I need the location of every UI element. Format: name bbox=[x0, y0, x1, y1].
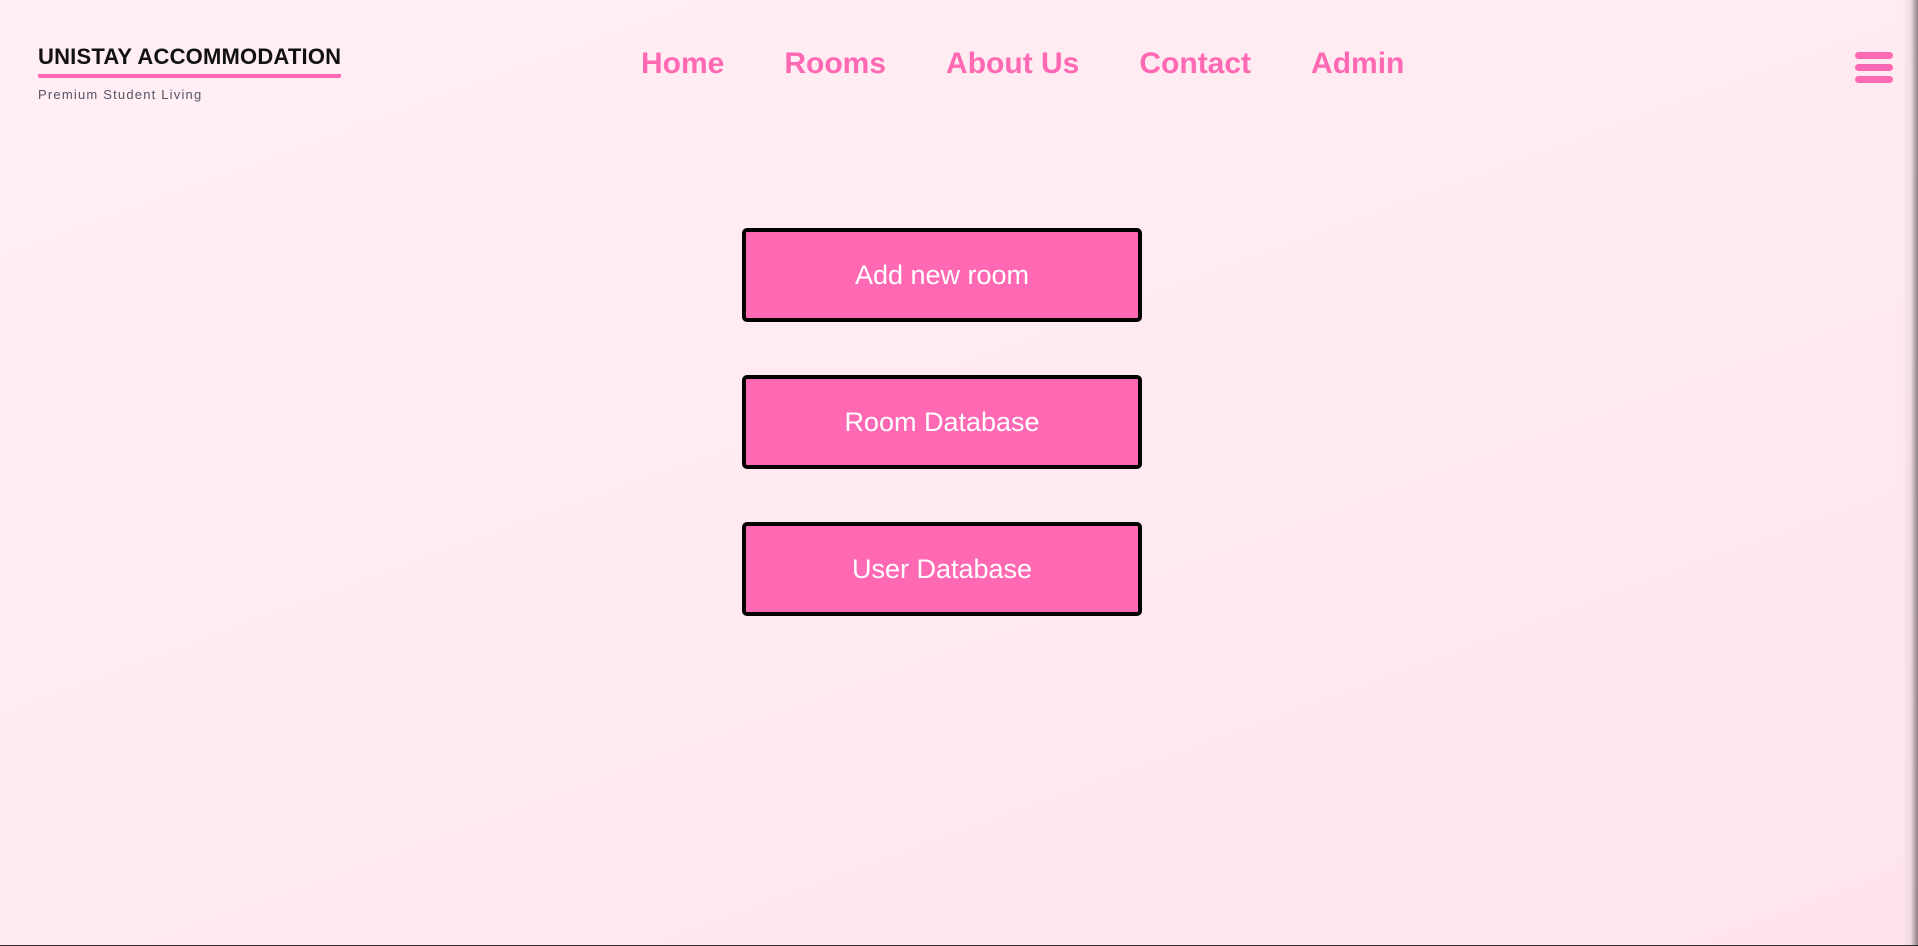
nav-link-about-us[interactable]: About Us bbox=[946, 46, 1079, 82]
main-nav: Home Rooms About Us Contact Admin bbox=[641, 46, 1404, 82]
hamburger-menu-icon[interactable] bbox=[1855, 52, 1893, 84]
brand: UNISTAY ACCOMMODATION Premium Student Li… bbox=[38, 44, 342, 103]
brand-title[interactable]: UNISTAY ACCOMMODATION bbox=[38, 44, 342, 78]
menu-bar bbox=[1855, 52, 1893, 59]
room-database-button[interactable]: Room Database bbox=[742, 375, 1142, 469]
nav-link-contact[interactable]: Contact bbox=[1139, 46, 1251, 82]
user-database-button[interactable]: User Database bbox=[742, 522, 1142, 616]
window-edge-shadow bbox=[1902, 0, 1918, 946]
menu-bar bbox=[1855, 64, 1893, 71]
add-new-room-button[interactable]: Add new room bbox=[742, 228, 1142, 322]
nav-link-admin[interactable]: Admin bbox=[1311, 46, 1404, 82]
menu-bar bbox=[1855, 76, 1893, 83]
brand-subtitle: Premium Student Living bbox=[38, 87, 203, 102]
nav-link-home[interactable]: Home bbox=[641, 46, 724, 82]
nav-link-rooms[interactable]: Rooms bbox=[784, 46, 886, 82]
admin-actions: Add new room Room Database User Database bbox=[742, 228, 1142, 669]
